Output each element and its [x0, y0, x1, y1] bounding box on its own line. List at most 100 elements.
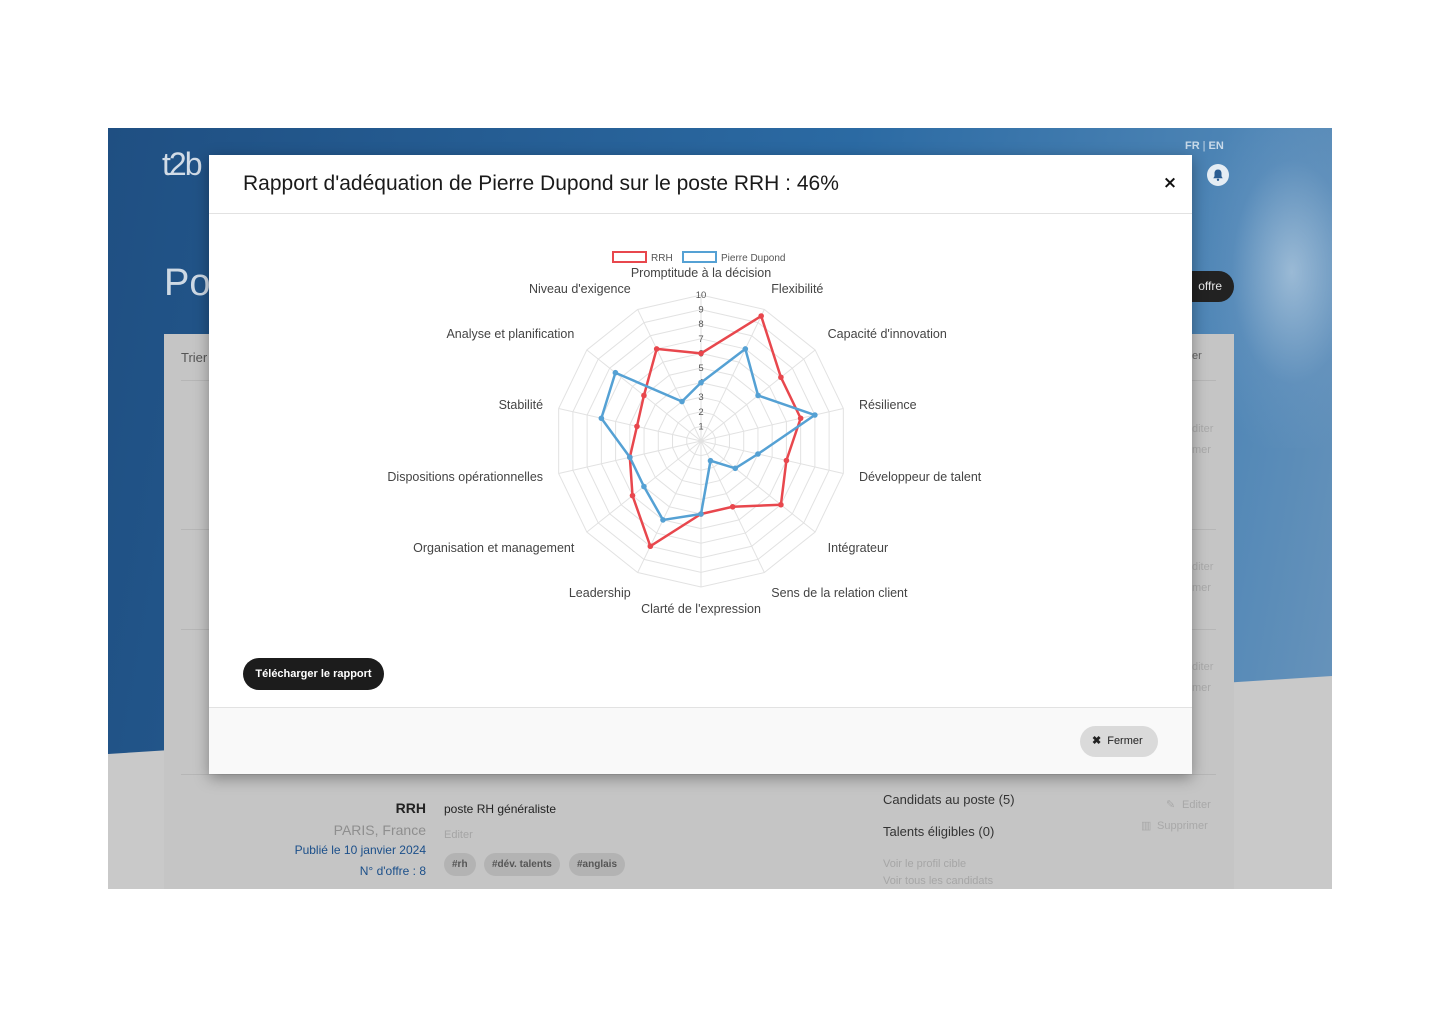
data-point — [627, 454, 633, 461]
data-point — [707, 457, 714, 464]
offer-title[interactable]: RRH — [396, 800, 426, 816]
tick-label: 8 — [698, 319, 703, 330]
data-point — [698, 350, 704, 357]
modal-header: Rapport d'adéquation de Pierre Dupond su… — [209, 155, 1192, 214]
tag-dev-talents[interactable]: #dév. talents — [484, 853, 560, 876]
edit-link[interactable]: diter — [1192, 661, 1213, 673]
data-point — [641, 483, 647, 490]
axis-label: Clarté de l'expression — [641, 602, 761, 616]
tag-anglais[interactable]: #anglais — [569, 853, 626, 876]
legend-swatch-pierre-dupond — [682, 251, 717, 263]
data-point — [758, 313, 764, 319]
axis-label: Intégrateur — [828, 541, 888, 555]
edit-link[interactable]: diter — [1192, 423, 1213, 435]
radar-axis-labels: Promptitude à la décisionFlexibilité Capa… — [387, 266, 981, 616]
data-point — [778, 374, 784, 381]
close-icon: ✖ — [1092, 735, 1102, 747]
data-point — [783, 457, 790, 464]
data-point — [647, 543, 654, 550]
data-point — [698, 379, 704, 386]
delete-link[interactable]: mer — [1192, 682, 1211, 694]
lang-fr-link[interactable]: FR — [1185, 140, 1200, 152]
fit-report-modal: Rapport d'adéquation de Pierre Dupond su… — [209, 155, 1192, 774]
axis-label: Promptitude à la décision — [631, 266, 771, 280]
delete-offer-link[interactable]: ▥ Supprimer — [1141, 819, 1208, 832]
axis-label: Développeur de talent — [859, 470, 982, 484]
axis-label: Stabilité — [499, 398, 544, 412]
axis-label: Analyse et planification — [446, 327, 574, 341]
data-point — [612, 369, 619, 376]
tick-label: 2 — [698, 407, 703, 418]
delete-link[interactable]: mer — [1192, 582, 1211, 594]
page-title: Po — [164, 262, 211, 304]
tick-label: 10 — [696, 290, 707, 301]
axis-label: Capacité d'innovation — [828, 327, 947, 341]
close-icon[interactable]: × — [1162, 174, 1178, 192]
lang-separator: | — [1202, 140, 1206, 152]
modal-footer: ✖ Fermer — [209, 707, 1192, 774]
legend-label-pierre-dupond: Pierre Dupond — [721, 253, 785, 264]
tag-rh[interactable]: #rh — [444, 853, 476, 876]
axis-label: Leadership — [569, 586, 631, 600]
list-header-right: er — [1192, 350, 1202, 362]
data-point — [732, 465, 739, 472]
chart-legend: RRH Pierre Dupond — [612, 251, 785, 264]
data-point — [755, 392, 761, 399]
edit-offer-link[interactable]: ✎ Editer — [1166, 798, 1211, 811]
view-profile-link[interactable]: Voir le profil cible — [883, 858, 966, 870]
legend-swatch-rrh — [612, 251, 647, 263]
row-divider — [181, 774, 1216, 775]
delete-label: Supprimer — [1157, 820, 1208, 832]
axis-label: Sens de la relation client — [771, 586, 908, 600]
edit-link[interactable]: diter — [1192, 561, 1213, 573]
data-point — [653, 346, 660, 352]
edit-label: Editer — [1182, 799, 1211, 811]
offer-location: PARIS, France — [333, 822, 426, 838]
view-candidates-link[interactable]: Voir tous les candidats — [883, 875, 993, 887]
data-point — [742, 346, 749, 352]
delete-link[interactable]: mer — [1192, 444, 1211, 456]
data-point — [778, 501, 784, 508]
tick-label: 5 — [698, 363, 703, 374]
axis-label: Flexibilité — [771, 282, 823, 296]
sort-label[interactable]: Trier — [181, 350, 207, 365]
axis-label: Organisation et management — [413, 541, 575, 555]
data-point — [634, 423, 640, 430]
legend-label-rrh: RRH — [651, 253, 673, 264]
offer-publish-date: Publié le 10 janvier 2024 — [294, 843, 426, 857]
tick-label: 9 — [698, 305, 703, 316]
notifications-button[interactable] — [1207, 164, 1229, 186]
download-report-button[interactable]: Télécharger le rapport — [243, 658, 384, 690]
data-point — [679, 398, 685, 405]
radar-series — [598, 313, 818, 550]
axis-label: Résilience — [859, 398, 917, 412]
data-point — [698, 511, 704, 517]
axis-label: Niveau d'exigence — [529, 282, 631, 296]
data-point — [755, 451, 761, 457]
data-point — [660, 517, 666, 523]
candidates-count-link[interactable]: Candidats au poste (5) — [883, 792, 1015, 807]
tick-label: 1 — [698, 421, 703, 432]
close-button-label: Fermer — [1107, 735, 1143, 747]
tick-label: 7 — [698, 334, 703, 345]
edit-description-link[interactable]: Editer — [444, 829, 473, 841]
data-point — [812, 412, 818, 418]
offer-number: N° d'offre : 8 — [359, 864, 426, 878]
pencil-icon: ✎ — [1166, 799, 1176, 811]
bell-icon — [1213, 169, 1223, 181]
modal-title: Rapport d'adéquation de Pierre Dupond su… — [243, 172, 839, 195]
offer-row: RRH PARIS, France Publié le 10 janvier 2… — [164, 784, 1234, 889]
language-switch: FR | EN — [1185, 140, 1224, 152]
lang-en-link[interactable]: EN — [1209, 140, 1224, 152]
data-point — [729, 503, 736, 510]
offer-description: poste RH généraliste — [444, 802, 557, 816]
data-point — [797, 415, 804, 422]
close-button[interactable]: ✖ Fermer — [1080, 726, 1158, 757]
data-point — [629, 492, 636, 499]
data-point — [598, 415, 605, 422]
axis-label: Dispositions opérationnelles — [387, 470, 543, 484]
tick-label: 3 — [698, 392, 703, 403]
trash-icon: ▥ — [1141, 820, 1152, 832]
eligible-talents-link[interactable]: Talents éligibles (0) — [883, 824, 994, 839]
logo[interactable]: t2b — [162, 146, 203, 183]
